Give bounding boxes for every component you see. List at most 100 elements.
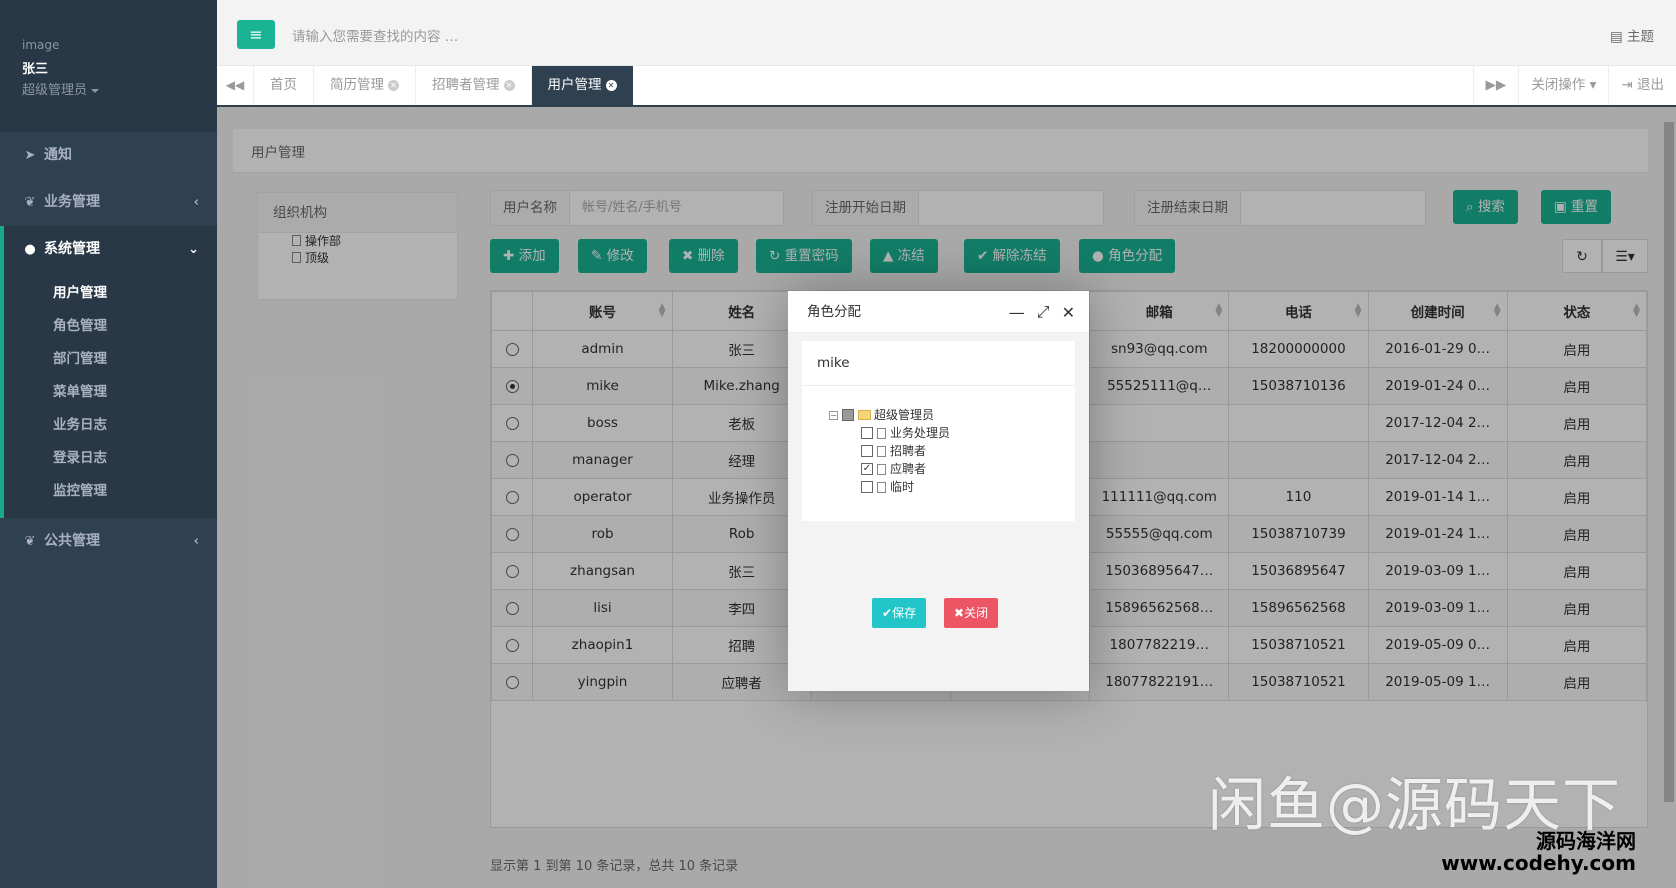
role-checkbox[interactable]: [842, 409, 854, 421]
leaf-icon: ❦: [24, 534, 36, 549]
role-checkbox[interactable]: [861, 427, 873, 439]
theme-icon: ▤: [1609, 29, 1627, 45]
tab-list: 首页 简历管理 ✕ 招聘者管理 ✕ 用户管理 ✕: [253, 66, 633, 105]
role-tree: − 超级管理员 业务处理员招聘者 ✓ 应聘者临时: [802, 386, 1075, 496]
dialog-body: mike − 超级管理员 业务处理员招聘者 ✓ 应聘者临时 ✔保存 ✖关闭: [788, 333, 1089, 691]
user-profile: image 张三 超级管理员: [0, 0, 217, 132]
sidebar-subitem-user-mgmt[interactable]: 用户管理: [4, 277, 217, 310]
sidebar-item-label: 业务管理: [44, 194, 100, 210]
theme-button[interactable]: ▤ 主题: [1610, 25, 1654, 45]
top-bar: ≡ 请输入您需要查找的内容 … ▤ 主题: [217, 0, 1676, 66]
file-icon: [877, 463, 886, 475]
chevron-down-icon: ⌄: [188, 242, 199, 257]
tab-home[interactable]: 首页: [253, 66, 313, 105]
sidebar-subitem-biz-log[interactable]: 业务日志: [4, 409, 217, 442]
hamburger-icon: ≡: [249, 25, 263, 44]
sidebar-subitem-menu-mgmt[interactable]: 菜单管理: [4, 376, 217, 409]
role-label: 业务处理员: [890, 426, 951, 440]
sidebar-nav-bottom: ❦ 公共管理 ‹: [0, 518, 217, 565]
tab-label: 首页: [270, 77, 297, 93]
app-root: image 张三 超级管理员 ➤ 通知 ❦ 业务管理 ‹ ● 系统管理 ⌄ 用户管理 角色…: [0, 0, 1676, 888]
logout-label: 退出: [1637, 77, 1664, 93]
site-watermark: 源码海洋网 www.codehy.com: [1441, 830, 1636, 874]
file-icon: [877, 427, 886, 439]
paper-plane-icon: ➤: [24, 148, 36, 163]
role-assign-dialog: 角色分配 — ⤢ ✕ mike − 超级管理员 业务处理员 招聘者 ✓ 应聘者 临时: [788, 291, 1089, 691]
role-label: 超级管理员: [874, 408, 935, 422]
tabs-bar: ◀◀ 首页 简历管理 ✕ 招聘者管理 ✕ 用户管理 ✕ ▶▶ 关闭操作 ▾ ⇥ 退出: [217, 66, 1676, 107]
maximize-icon[interactable]: ⤢: [1037, 302, 1050, 322]
sidebar-subitem-dept-mgmt[interactable]: 部门管理: [4, 343, 217, 376]
save-button[interactable]: ✔保存: [872, 598, 927, 628]
sidebar-item-label: 公共管理: [44, 533, 100, 549]
tab-recruiter-mgmt[interactable]: 招聘者管理 ✕: [415, 66, 531, 105]
tab-label: 简历管理: [330, 77, 384, 93]
close-icon: ✖: [954, 606, 965, 620]
sidebar-subitem-role-mgmt[interactable]: 角色管理: [4, 310, 217, 343]
tab-actions: ▶▶ 关闭操作 ▾ ⇥ 退出: [1472, 66, 1676, 105]
role-tree-item[interactable]: 业务处理员: [829, 424, 1075, 442]
avatar-image-placeholder: image: [22, 38, 60, 52]
role-tree-item[interactable]: 招聘者: [829, 442, 1075, 460]
file-icon: [877, 445, 886, 457]
chevron-left-icon: ‹: [193, 195, 199, 210]
role-label: 应聘者: [890, 462, 927, 476]
minimize-icon[interactable]: —: [1009, 303, 1025, 322]
role-card: mike − 超级管理员 业务处理员招聘者 ✓ 应聘者临时: [802, 341, 1075, 521]
collapse-icon[interactable]: −: [829, 410, 838, 420]
dialog-controls: — ⤢ ✕: [1009, 291, 1075, 333]
user-name: 张三: [22, 62, 49, 77]
role-tree-item[interactable]: ✓ 应聘者: [829, 460, 1075, 478]
check-icon: ✔: [882, 606, 893, 620]
close-icon[interactable]: ✕: [605, 79, 617, 91]
role-children: 业务处理员招聘者 ✓ 应聘者临时: [829, 424, 1075, 496]
theme-label: 主题: [1627, 29, 1654, 45]
tab-resume-mgmt[interactable]: 简历管理 ✕: [313, 66, 415, 105]
global-search-input[interactable]: 请输入您需要查找的内容 …: [292, 25, 458, 45]
tab-label: 招聘者管理: [432, 77, 500, 93]
sidebar-item-notice[interactable]: ➤ 通知: [0, 132, 217, 179]
sidebar-subitem-login-log[interactable]: 登录日志: [4, 442, 217, 475]
close-button[interactable]: ✖关闭: [944, 598, 999, 628]
sidebar-subnav-system: 用户管理 角色管理 部门管理 菜单管理 业务日志 登录日志 监控管理: [0, 273, 217, 518]
user-icon: ●: [24, 242, 36, 257]
save-button-label: 保存: [892, 606, 917, 620]
user-role-dropdown[interactable]: 超级管理员: [22, 79, 217, 98]
selected-user-name: mike: [802, 341, 1075, 386]
site-name: 源码海洋网: [1536, 829, 1636, 853]
logout-button[interactable]: ⇥ 退出: [1608, 66, 1676, 105]
close-ops-dropdown[interactable]: 关闭操作 ▾: [1518, 66, 1608, 105]
tabs-scroll-right-icon[interactable]: ▶▶: [1472, 66, 1519, 105]
sidebar: image 张三 超级管理员 ➤ 通知 ❦ 业务管理 ‹ ● 系统管理 ⌄ 用户管理 角色…: [0, 0, 217, 888]
caret-down-icon: [91, 88, 100, 93]
user-role-label: 超级管理员: [22, 83, 88, 98]
role-checkbox[interactable]: ✓: [861, 463, 873, 475]
close-button-label: 关闭: [964, 606, 989, 620]
site-url: www.codehy.com: [1441, 851, 1636, 875]
file-icon: [877, 481, 886, 493]
tab-user-mgmt[interactable]: 用户管理 ✕: [530, 66, 633, 105]
close-icon[interactable]: ✕: [503, 79, 515, 91]
role-checkbox[interactable]: [861, 481, 873, 493]
sidebar-item-system[interactable]: ● 系统管理 ⌄: [0, 226, 217, 273]
menu-toggle-button[interactable]: ≡: [237, 20, 275, 49]
sidebar-item-public[interactable]: ❦ 公共管理 ‹: [0, 518, 217, 565]
sidebar-item-label: 系统管理: [44, 241, 100, 257]
close-ops-label: 关闭操作: [1531, 77, 1586, 93]
sidebar-subitem-monitor[interactable]: 监控管理: [4, 475, 217, 508]
close-icon[interactable]: ✕: [1062, 303, 1075, 322]
chevron-left-icon: ‹: [193, 534, 199, 549]
logout-icon: ⇥: [1621, 77, 1637, 93]
role-tree-item[interactable]: 临时: [829, 478, 1075, 496]
role-label: 招聘者: [890, 444, 927, 458]
tabs-scroll-left-icon[interactable]: ◀◀: [217, 66, 253, 105]
folder-icon: [858, 410, 871, 420]
leaf-icon: ❦: [24, 195, 36, 210]
role-tree-root[interactable]: − 超级管理员: [829, 406, 1075, 424]
close-icon[interactable]: ✕: [388, 79, 399, 91]
sidebar-item-business[interactable]: ❦ 业务管理 ‹: [0, 179, 217, 226]
role-label: 临时: [890, 480, 915, 494]
sidebar-item-label: 通知: [44, 147, 72, 163]
sidebar-nav: ➤ 通知 ❦ 业务管理 ‹ ● 系统管理 ⌄: [0, 132, 217, 273]
role-checkbox[interactable]: [861, 445, 873, 457]
